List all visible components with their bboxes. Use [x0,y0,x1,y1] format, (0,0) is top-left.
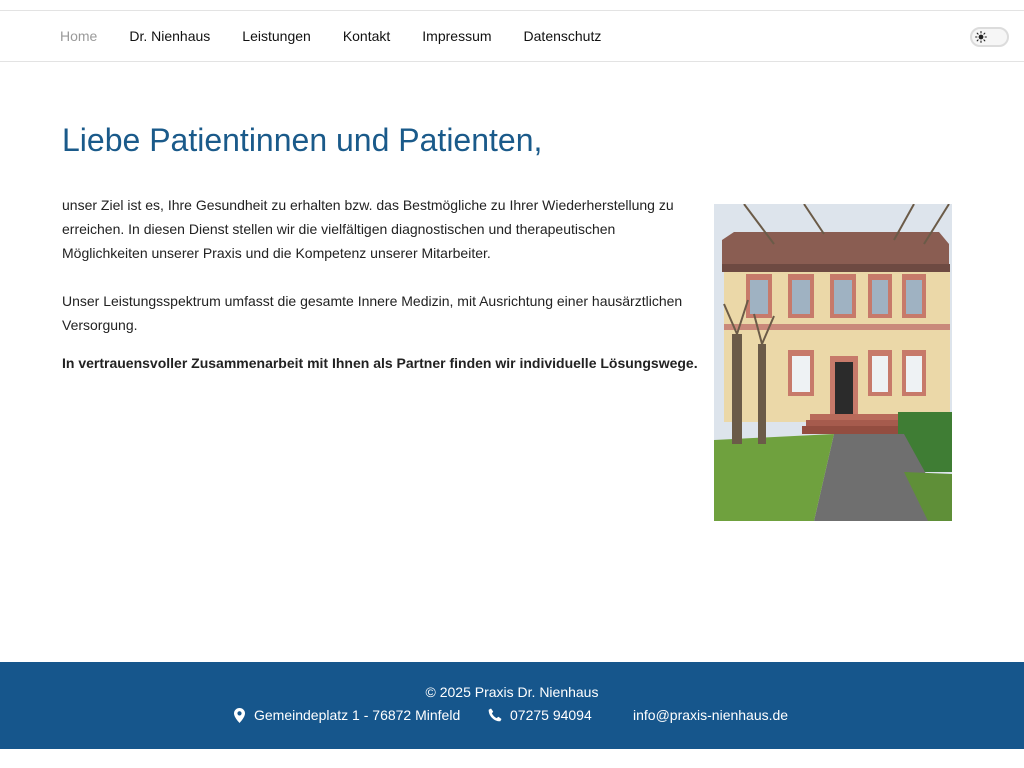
main-navbar: Home Dr. Nienhaus Leistungen Kontakt Imp… [0,11,1024,62]
map-pin-icon [232,707,246,723]
phone-link[interactable]: 07275 94094 [510,707,592,723]
contact-row: Gemeindeplatz 1 - 76872 Minfeld 07275 94… [0,707,1024,727]
email-link[interactable]: info@praxis-nienhaus.de [633,707,788,723]
phone-item: 07275 94094 [488,707,592,723]
nav-item-datenschutz[interactable]: Datenschutz [508,11,618,61]
email-item: info@praxis-nienhaus.de [633,707,788,723]
page-title: Liebe Patientinnen und Patienten, [62,122,543,158]
services-paragraph: Unser Leistungsspektrum umfasst die gesa… [62,293,683,333]
nav-item-dr-nienhaus[interactable]: Dr. Nienhaus [113,11,226,61]
intro-text: unser Ziel ist es, Ihre Gesundheit zu er… [62,193,700,375]
phone-icon [488,707,502,723]
copyright-text: © 2025 Praxis Dr. Nienhaus [425,684,599,700]
nav-item-home[interactable]: Home [44,11,113,61]
nav-links: Home Dr. Nienhaus Leistungen Kontakt Imp… [44,11,617,61]
address-item: Gemeindeplatz 1 - 76872 Minfeld [232,707,460,723]
nav-item-kontakt[interactable]: Kontakt [327,11,406,61]
sun-icon [974,30,988,44]
nav-item-impressum[interactable]: Impressum [406,11,507,61]
intro-paragraph: unser Ziel ist es, Ihre Gesundheit zu er… [62,197,674,261]
site-footer: © 2025 Praxis Dr. Nienhaus Gemeindeplatz… [0,662,1024,749]
address-text: Gemeindeplatz 1 - 76872 Minfeld [254,707,461,723]
theme-toggle[interactable] [970,27,1009,47]
partnership-statement: In vertrauensvoller Zusammenarbeit mit I… [62,355,698,371]
nav-item-leistungen[interactable]: Leistungen [226,11,327,61]
practice-building-photo [714,204,952,521]
